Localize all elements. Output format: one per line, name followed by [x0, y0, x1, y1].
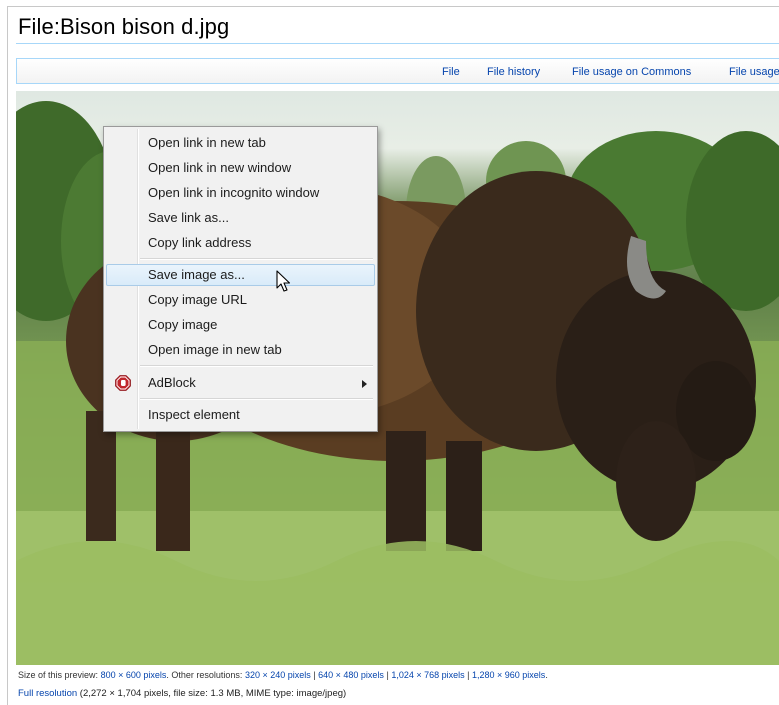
menu-separator: [140, 398, 373, 400]
menu-item-copy-image-url[interactable]: Copy image URL: [106, 289, 375, 311]
caption-middle: . Other resolutions:: [166, 670, 243, 680]
menu-item-open-link-incognito[interactable]: Open link in incognito window: [106, 182, 375, 204]
menu-item-label: Open link in incognito window: [148, 185, 320, 200]
context-menu: Open link in new tab Open link in new wi…: [103, 126, 378, 432]
menu-item-save-image-as[interactable]: Save image as...: [106, 264, 375, 286]
menu-item-label: Open link in new window: [148, 160, 292, 175]
menu-item-label: Inspect element: [148, 407, 240, 422]
menu-separator: [140, 258, 373, 260]
menu-item-label: Open image in new tab: [148, 342, 282, 357]
resolution-link-1280[interactable]: 1,280 × 960 pixels: [472, 670, 545, 680]
caption-separator: |: [386, 670, 389, 680]
full-resolution-line: Full resolution (2,272 × 1,704 pixels, f…: [18, 688, 346, 699]
chevron-right-icon: [362, 380, 367, 388]
tab-file-history[interactable]: File history: [487, 66, 540, 78]
menu-item-label: Copy image: [148, 317, 218, 332]
preview-size-caption: Size of this preview: 800 × 600 pixels. …: [18, 670, 548, 680]
title-divider: [16, 43, 779, 44]
menu-separator: [140, 365, 373, 367]
full-resolution-link[interactable]: Full resolution: [18, 688, 77, 699]
menu-item-label: AdBlock: [148, 375, 196, 390]
page-title: File:Bison bison d.jpg: [18, 14, 230, 39]
menu-item-copy-image[interactable]: Copy image: [106, 314, 375, 336]
menu-item-open-image-new-tab[interactable]: Open image in new tab: [106, 339, 375, 361]
tab-file-usage[interactable]: File usage: [729, 66, 779, 78]
menu-item-label: Copy link address: [148, 235, 252, 250]
preview-size-link[interactable]: 800 × 600 pixels: [101, 670, 167, 680]
menu-item-open-link-new-tab[interactable]: Open link in new tab: [106, 132, 375, 154]
menu-item-label: Save link as...: [148, 210, 229, 225]
caption-prefix: Size of this preview:: [18, 670, 99, 680]
full-resolution-details: (2,272 × 1,704 pixels, file size: 1.3 MB…: [79, 688, 347, 699]
caption-separator: |: [467, 670, 470, 680]
resolution-link-1024[interactable]: 1,024 × 768 pixels: [391, 670, 464, 680]
caption-end: .: [545, 670, 548, 680]
menu-item-save-link-as[interactable]: Save link as...: [106, 207, 375, 229]
menu-item-label: Open link in new tab: [148, 135, 266, 150]
resolution-link-320[interactable]: 320 × 240 pixels: [245, 670, 311, 680]
tab-file-usage-commons[interactable]: File usage on Commons: [572, 66, 691, 78]
tab-file[interactable]: File: [442, 66, 460, 78]
menu-item-inspect-element[interactable]: Inspect element: [106, 404, 375, 426]
resolution-link-640[interactable]: 640 × 480 pixels: [318, 670, 384, 680]
adblock-stop-hand-icon: [115, 375, 131, 391]
menu-item-label: Save image as...: [148, 267, 245, 282]
menu-item-adblock[interactable]: AdBlock: [106, 372, 375, 394]
file-tabs-bar: File File history File usage on Commons …: [16, 58, 779, 84]
menu-item-copy-link-address[interactable]: Copy link address: [106, 232, 375, 254]
menu-item-label: Copy image URL: [148, 292, 247, 307]
caption-separator: |: [313, 670, 316, 680]
menu-item-open-link-new-window[interactable]: Open link in new window: [106, 157, 375, 179]
